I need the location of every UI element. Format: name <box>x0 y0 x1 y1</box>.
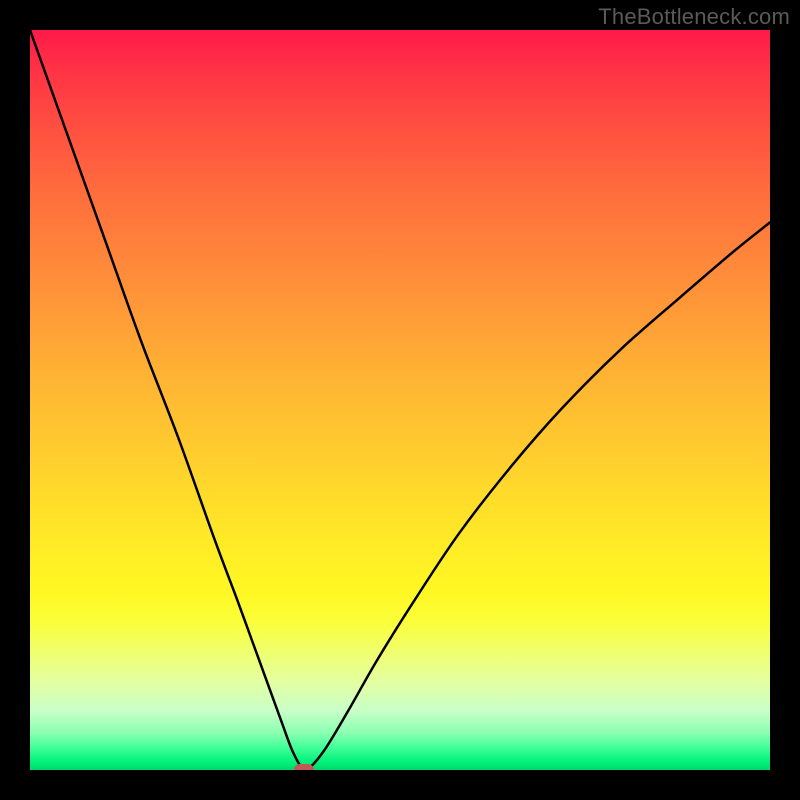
bottleneck-curve <box>30 30 770 770</box>
optimal-marker <box>294 764 314 770</box>
watermark-text: TheBottleneck.com <box>598 4 790 30</box>
chart-frame: TheBottleneck.com <box>0 0 800 800</box>
plot-area <box>30 30 770 770</box>
